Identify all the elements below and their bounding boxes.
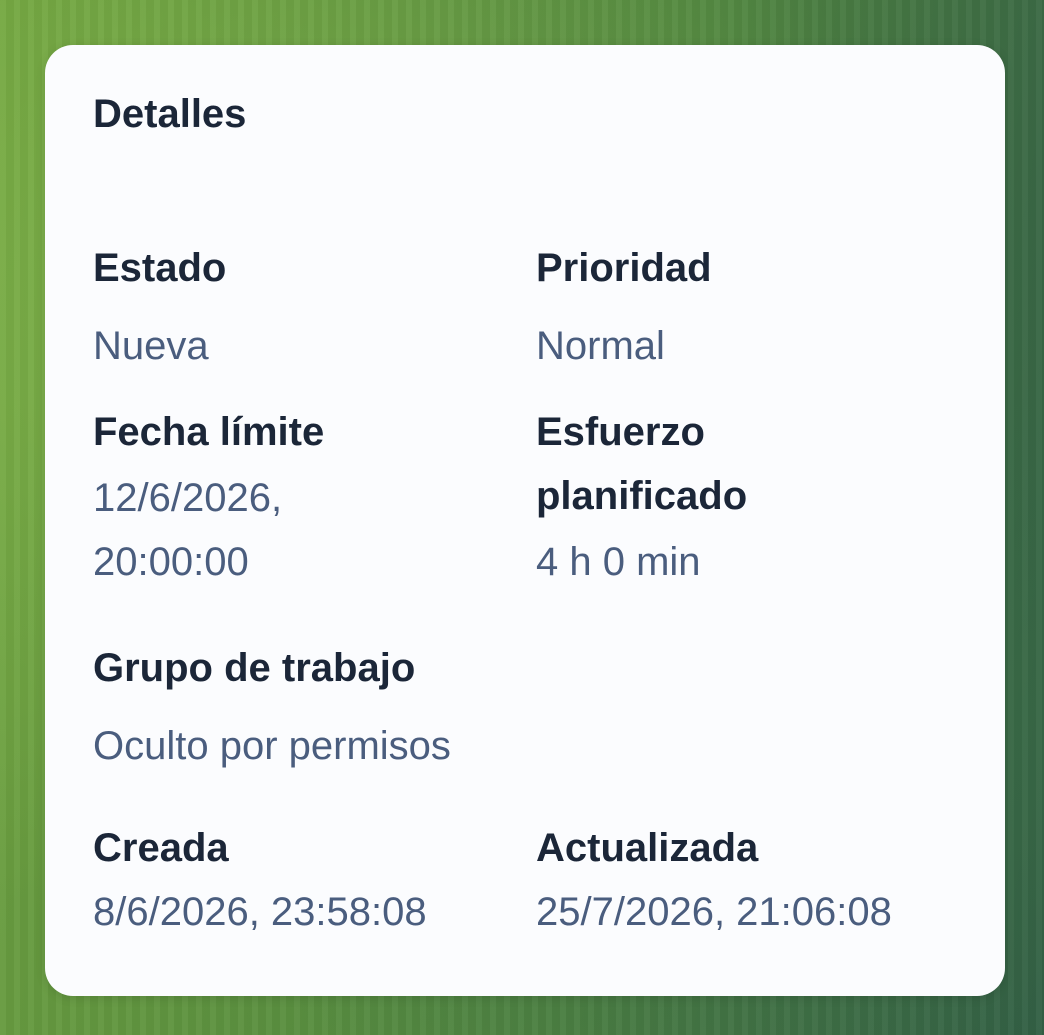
field-estado: Estado Nueva — [93, 236, 513, 378]
fecha-limite-value-line1: 12/6/2026, — [93, 476, 283, 520]
field-fecha-limite: Fecha límite 12/6/2026, 20:00:00 — [93, 400, 513, 594]
actualizada-value: 25/7/2026, 21:06:08 — [536, 890, 892, 934]
fecha-limite-label: Fecha límite — [93, 410, 325, 454]
grupo-value: Oculto por permisos — [93, 724, 451, 768]
prioridad-value: Normal — [536, 324, 665, 368]
esfuerzo-value: 4 h 0 min — [536, 540, 701, 584]
fecha-limite-value-line2: 20:00:00 — [93, 540, 249, 584]
field-actualizada: Actualizada 25/7/2026, 21:06:08 — [536, 816, 976, 944]
actualizada-label: Actualizada — [536, 826, 759, 870]
card-title: Detalles — [93, 92, 247, 136]
field-prioridad: Prioridad Normal — [536, 236, 956, 378]
field-esfuerzo: Esfuerzo planificado 4 h 0 min — [536, 400, 956, 594]
creada-label: Creada — [93, 826, 229, 870]
esfuerzo-label-line1: Esfuerzo — [536, 410, 705, 454]
creada-value: 8/6/2026, 23:58:08 — [93, 890, 427, 934]
field-grupo: Grupo de trabajo Oculto por permisos — [93, 636, 693, 778]
grupo-label: Grupo de trabajo — [93, 646, 416, 690]
estado-value: Nueva — [93, 324, 209, 368]
field-creada: Creada 8/6/2026, 23:58:08 — [93, 816, 533, 944]
estado-label: Estado — [93, 246, 227, 290]
details-card: Detalles Estado Nueva Prioridad Normal F… — [45, 45, 1005, 996]
prioridad-label: Prioridad — [536, 246, 712, 290]
esfuerzo-label-line2: planificado — [536, 474, 748, 518]
